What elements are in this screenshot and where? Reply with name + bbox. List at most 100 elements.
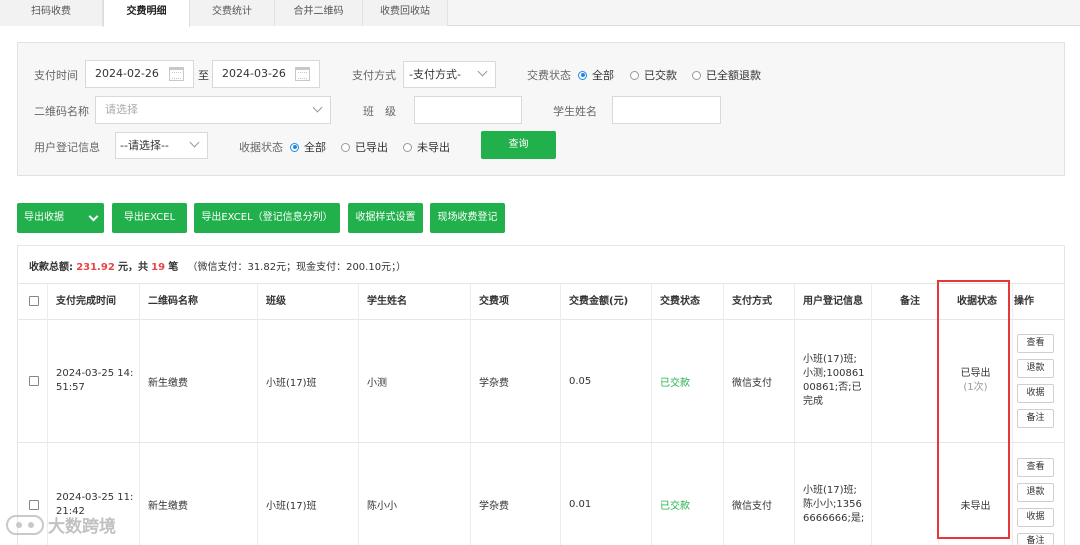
reg-info-select[interactable]: --请选择-- (115, 132, 208, 159)
summary-detail: （微信支付：31.82元；现金支付：200.10元；） (187, 262, 407, 273)
th-item: 交费项 (471, 284, 561, 321)
receipt-radio-exported[interactable]: 已导出 (341, 139, 388, 155)
calendar-icon[interactable] (169, 67, 184, 81)
th-qr-name: 二维码名称 (140, 284, 258, 321)
pay-status-label: 交费状态 (527, 69, 571, 82)
onsite-charge-button[interactable]: 现场收费登记 (430, 203, 505, 233)
radio-dot[interactable] (578, 70, 587, 80)
tab-payment-stats[interactable]: 交费统计 (190, 0, 275, 26)
cell-reg-info: 小班(17)班; 小测;100861 00861;否;已 完成 (795, 320, 872, 442)
radio-dot[interactable] (403, 142, 412, 152)
select-all-cell (18, 284, 48, 321)
th-student: 学生姓名 (359, 284, 471, 321)
radio-dot[interactable] (692, 70, 701, 80)
radio-label: 未导出 (417, 141, 450, 154)
receipt-status-text: 已导出 (960, 368, 991, 379)
pay-method-select[interactable]: -支付方式- (403, 61, 496, 88)
tab-payment-details[interactable]: 交费明细 (103, 0, 190, 27)
tab-recycle-bin[interactable]: 收费回收站 (363, 0, 448, 26)
reg-info-line: 完成 (803, 396, 823, 407)
export-excel-button[interactable]: 导出EXCEL (112, 203, 187, 233)
radio-label: 已导出 (355, 141, 388, 154)
chevron-down-icon (312, 102, 323, 113)
summary-count: 19 (151, 262, 166, 273)
status-radio-refunded[interactable]: 已全额退款 (692, 67, 761, 83)
receipt-status-label: 收据状态 (239, 141, 283, 154)
pay-time-line: 2024-03-25 11: (56, 491, 134, 503)
th-reg-info: 用户登记信息 (795, 284, 872, 321)
reg-info-value: --请选择-- (120, 139, 169, 152)
cell-method: 微信支付 (724, 443, 795, 545)
status-radio-all[interactable]: 全部 (578, 67, 614, 83)
chevron-down-icon (189, 137, 200, 148)
date-to-input[interactable]: 2024-03-26 (212, 60, 320, 88)
radio-label: 全部 (304, 141, 326, 154)
cell-receipt-status: 已导出 (1次) (939, 320, 1013, 442)
class-input[interactable] (414, 96, 522, 124)
date-from-input[interactable]: 2024-02-26 (85, 60, 194, 88)
receipt-export-count: (1次) (963, 382, 988, 393)
status-radio-paid[interactable]: 已交款 (630, 67, 677, 83)
cell-note (872, 443, 939, 545)
select-all-checkbox[interactable] (29, 296, 39, 306)
cell-note (872, 320, 939, 442)
radio-dot[interactable] (341, 142, 350, 152)
summary-total: 231.92 (76, 262, 115, 273)
qr-name-select[interactable]: 请选择 (95, 96, 331, 124)
qr-name-placeholder: 请选择 (105, 103, 138, 116)
cell-class: 小班(17)班 (258, 320, 359, 442)
refund-button[interactable]: 退款 (1017, 359, 1054, 378)
radio-dot[interactable] (630, 70, 639, 80)
export-receipt-label: 导出收据 (24, 212, 64, 223)
export-receipt-button[interactable]: 导出收据 (17, 203, 104, 233)
reg-info-line: 陈小小;1356 (803, 498, 862, 510)
cell-class: 小班(17)班 (258, 443, 359, 545)
tab-scan-charge[interactable]: 扫码收费 (0, 0, 103, 26)
cell-status: 已交款 (652, 443, 724, 545)
cell-student: 陈小小 (359, 443, 471, 545)
date-to-value: 2024-03-26 (222, 67, 286, 80)
cell-status: 已交款 (652, 320, 724, 442)
query-button[interactable]: 查询 (481, 131, 556, 159)
chevron-down-icon (477, 66, 488, 77)
radio-label: 已全额退款 (706, 69, 761, 82)
receipt-button[interactable]: 收据 (1017, 384, 1054, 403)
cell-qr-name: 新生缴费 (140, 443, 258, 545)
row-checkbox-cell (18, 320, 48, 442)
note-button[interactable]: 备注 (1017, 409, 1054, 428)
reg-info-line: 小班(17)班; (803, 354, 857, 365)
calendar-icon[interactable] (295, 67, 310, 81)
receipt-radio-all[interactable]: 全部 (290, 139, 326, 155)
export-excel-split-button[interactable]: 导出EXCEL（登记信息分列） (194, 203, 340, 233)
reg-info-line: 小班(17)班; (803, 484, 857, 496)
reg-info-line: 00861;否;已 (803, 382, 862, 393)
th-method: 支付方式 (724, 284, 795, 321)
view-button[interactable]: 查看 (1017, 334, 1054, 353)
reg-info-line: 6666666;是; (803, 512, 865, 524)
chevron-down-icon[interactable] (88, 211, 99, 222)
student-name-input[interactable] (612, 96, 721, 124)
receipt-status-text: 未导出 (960, 501, 991, 512)
refund-button[interactable]: 退款 (1017, 483, 1054, 502)
cell-item: 学杂费 (471, 443, 561, 545)
row-checkbox[interactable] (29, 376, 39, 386)
summary-suffix: 笔 (168, 262, 179, 273)
date-separator: 至 (198, 69, 209, 82)
th-status: 交费状态 (652, 284, 724, 321)
reg-info-label: 用户登记信息 (34, 141, 100, 154)
receipt-style-button[interactable]: 收据样式设置 (348, 203, 423, 233)
table-row: 2024-03-25 14: 51:57 新生缴费 小班(17)班 小测 学杂费 … (18, 320, 1065, 443)
th-note: 备注 (872, 284, 939, 321)
radio-dot[interactable] (290, 142, 299, 152)
cell-receipt-status: 未导出 (939, 443, 1013, 545)
note-button[interactable]: 备注 (1017, 533, 1054, 545)
receipt-button[interactable]: 收据 (1017, 508, 1054, 527)
th-pay-time: 支付完成时间 (48, 284, 140, 321)
view-button[interactable]: 查看 (1017, 458, 1054, 477)
th-actions: 操作 (1014, 296, 1034, 307)
cell-student: 小测 (359, 320, 471, 442)
tab-merge-qrcode[interactable]: 合并二维码 (275, 0, 363, 26)
receipt-radio-not-exported[interactable]: 未导出 (403, 139, 450, 155)
radio-label: 全部 (592, 69, 614, 82)
row-checkbox[interactable] (29, 499, 39, 510)
